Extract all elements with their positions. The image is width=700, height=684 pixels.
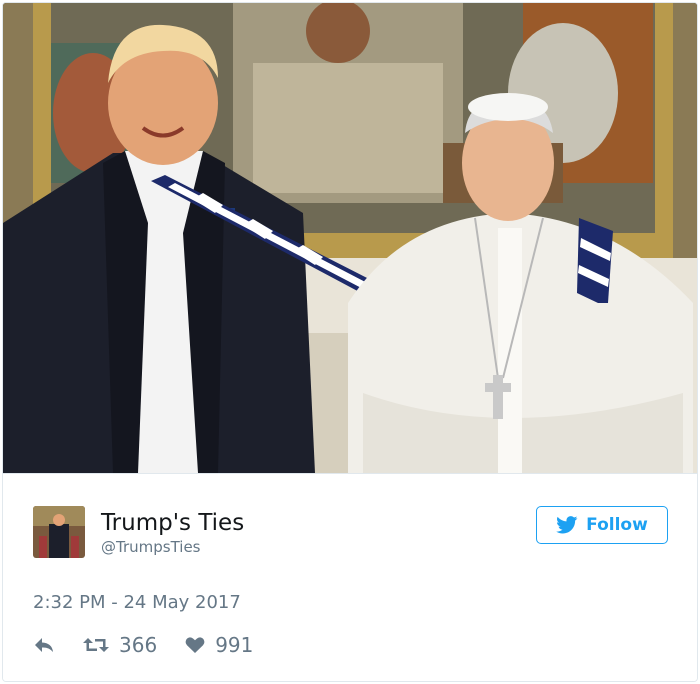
tweet-footer: Trump's Ties @TrumpsTies Follow 2:32 PM … [3, 473, 697, 681]
tweet-timestamp[interactable]: 2:32 PM - 24 May 2017 [33, 592, 241, 613]
photo-image [3, 3, 697, 473]
tweet-card: Trump's Ties @TrumpsTies Follow 2:32 PM … [2, 2, 698, 682]
heart-icon [185, 637, 205, 653]
follow-label: Follow [586, 515, 648, 535]
tweet-actions: 366 991 [33, 630, 281, 660]
reply-button[interactable] [33, 636, 55, 654]
retweet-count: 366 [119, 633, 158, 657]
avatar-image [33, 506, 85, 558]
twitter-bird-icon [556, 516, 578, 534]
tweet-photo[interactable] [3, 3, 697, 473]
like-button[interactable]: 991 [185, 633, 253, 657]
display-name[interactable]: Trump's Ties [101, 510, 244, 536]
follow-button[interactable]: Follow [536, 506, 668, 544]
retweet-icon [83, 638, 109, 652]
user-handle[interactable]: @TrumpsTies [101, 538, 201, 556]
avatar[interactable] [33, 506, 85, 558]
retweet-button[interactable]: 366 [83, 633, 157, 657]
reply-icon [35, 638, 53, 652]
like-count: 991 [215, 633, 254, 657]
